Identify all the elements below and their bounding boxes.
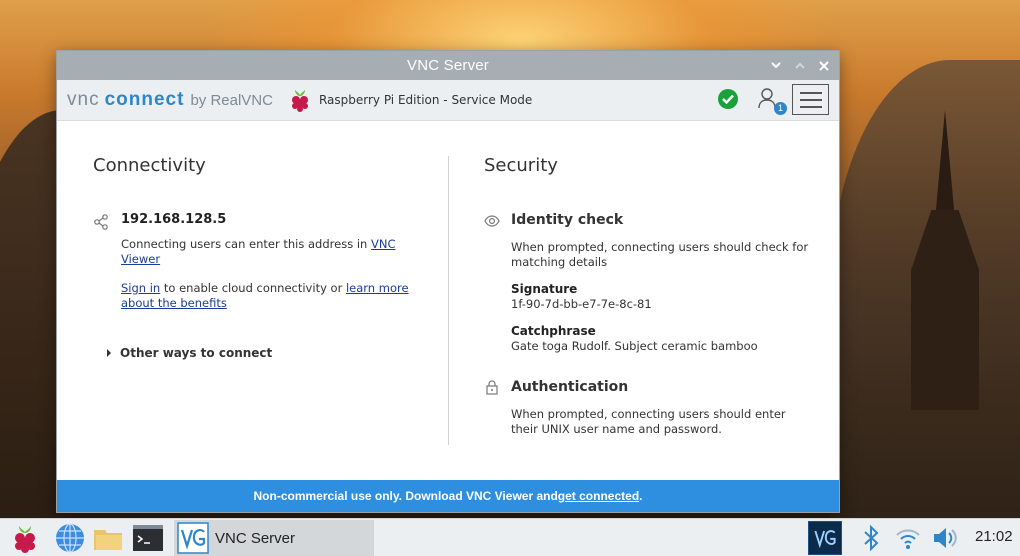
sign-in-link[interactable]: Sign in xyxy=(121,281,160,295)
column-divider xyxy=(448,156,449,445)
ip-address[interactable]: 192.168.128.5 xyxy=(121,212,226,227)
taskbar: VNC Server 21:02 xyxy=(0,518,1020,556)
logo-by-realvnc: by RealVNC xyxy=(190,92,273,109)
main-content: Connectivity 192.168.128.5 Connecting us… xyxy=(57,121,839,481)
bluetooth-icon[interactable] xyxy=(855,522,887,554)
signature-value: 1f-90-7d-bb-e7-7e-8c-81 xyxy=(511,297,652,311)
raspberry-pi-icon xyxy=(291,90,308,112)
taskbar-task-label: VNC Server xyxy=(215,529,296,547)
vnc-connect-logo: vnc connect by RealVNC xyxy=(67,89,273,111)
connectivity-title: Connectivity xyxy=(93,155,206,176)
users-count-badge: 1 xyxy=(774,102,787,115)
identity-check-heading: Identity check xyxy=(511,212,624,228)
raspberry-menu-icon[interactable] xyxy=(9,522,41,554)
close-icon[interactable] xyxy=(817,59,831,73)
clock[interactable]: 21:02 xyxy=(975,528,1013,545)
wallpaper-temple xyxy=(905,110,985,410)
minimize-icon[interactable] xyxy=(769,59,783,73)
share-icon xyxy=(94,214,108,230)
authentication-heading: Authentication xyxy=(511,379,629,395)
security-title: Security xyxy=(484,155,558,176)
non-commercial-banner: Non-commercial use only. Download VNC Vi… xyxy=(57,480,839,512)
wifi-icon[interactable] xyxy=(892,522,924,554)
taskbar-task-vnc-server[interactable]: VNC Server xyxy=(174,520,374,556)
get-connected-link[interactable]: get connected xyxy=(558,489,639,503)
app-header: vnc connect by RealVNC Raspberry Pi Edit… xyxy=(57,80,839,121)
file-manager-icon[interactable] xyxy=(92,522,124,554)
vnc-tray-icon[interactable] xyxy=(808,521,842,555)
banner-text: Non-commercial use only. Download VNC Vi… xyxy=(253,489,558,503)
signature-label: Signature xyxy=(511,282,578,296)
address-hint: Connecting users can enter this address … xyxy=(121,237,396,266)
window-controls xyxy=(769,51,831,80)
terminal-icon[interactable] xyxy=(132,522,164,554)
logo-connect: connect xyxy=(104,89,185,110)
window-title: VNC Server xyxy=(406,57,490,74)
vnc-server-window: VNC Server vnc connect by RealVNC Raspbe… xyxy=(57,51,839,512)
vnc-app-icon xyxy=(177,522,209,554)
maximize-icon[interactable] xyxy=(793,59,807,73)
edition-label: Raspberry Pi Edition - Service Mode xyxy=(318,93,533,107)
expand-triangle-icon xyxy=(107,349,111,357)
banner-suffix: . xyxy=(639,489,643,503)
status-ok-icon xyxy=(718,89,738,109)
connected-users-button[interactable]: 1 xyxy=(757,87,787,115)
web-browser-icon[interactable] xyxy=(54,522,86,554)
catchphrase-label: Catchphrase xyxy=(511,324,596,338)
cloud-hint: Sign in to enable cloud connectivity or … xyxy=(121,281,409,310)
authentication-text: When prompted, connecting users should e… xyxy=(511,407,786,436)
logo-vnc: vnc xyxy=(67,89,100,110)
volume-icon[interactable] xyxy=(929,522,961,554)
window-titlebar[interactable]: VNC Server xyxy=(57,51,839,80)
other-ways-to-connect-toggle[interactable]: Other ways to connect xyxy=(107,346,272,360)
catchphrase-value: Gate toga Rudolf. Subject ceramic bamboo xyxy=(511,339,758,353)
eye-icon xyxy=(484,215,500,227)
other-ways-label: Other ways to connect xyxy=(120,346,273,360)
hamburger-menu-button[interactable] xyxy=(792,84,829,115)
lock-icon xyxy=(486,380,498,395)
identity-check-text: When prompted, connecting users should c… xyxy=(511,240,809,269)
